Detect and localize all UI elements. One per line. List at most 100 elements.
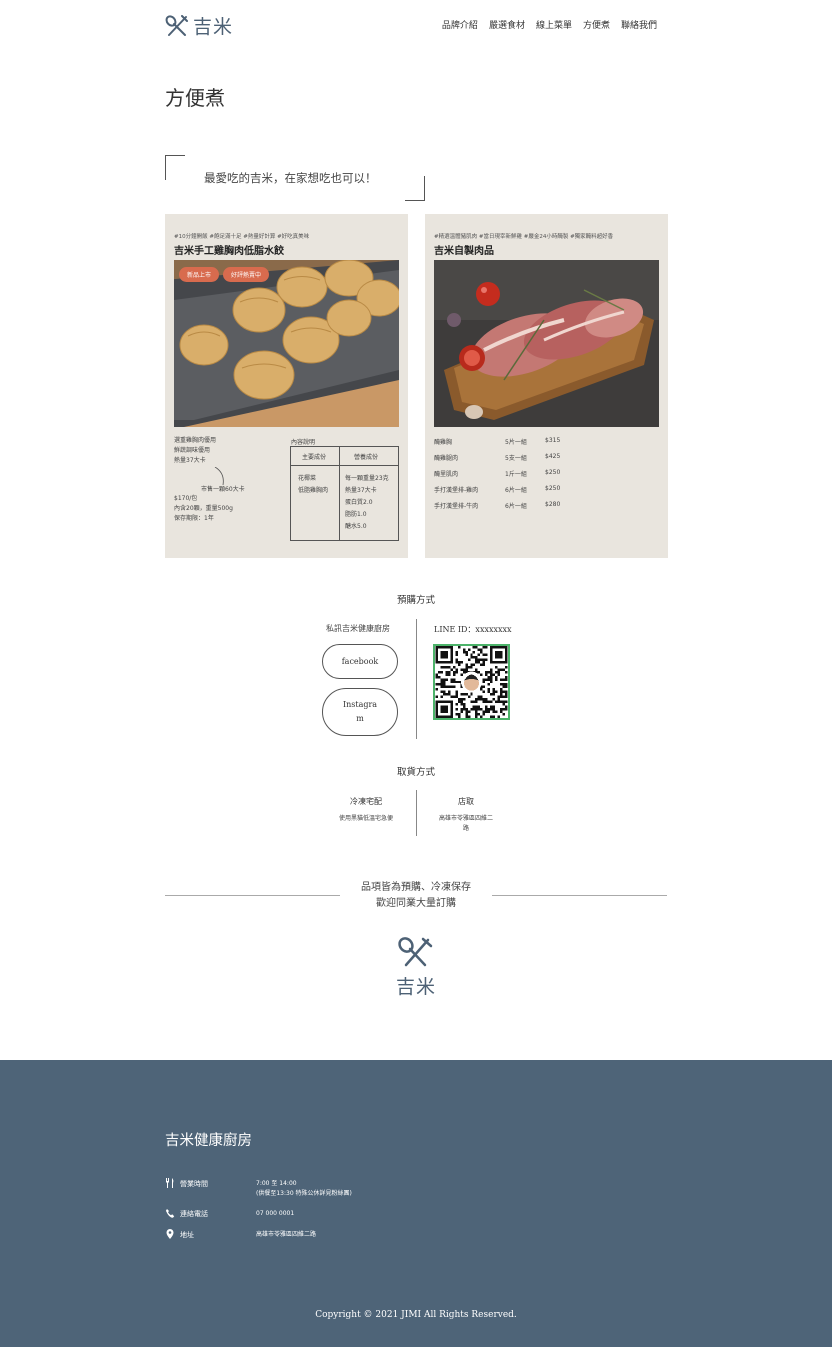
hot-badge: 好評熱賣中 [223, 267, 270, 282]
quote-block: 最愛吃的吉米，在家想吃也可以！ [165, 155, 425, 201]
store-title: 店取 [458, 797, 474, 806]
address-value: 高雄市苓雅區四維二路 [256, 1231, 317, 1238]
spec-line: 鮮蔬調味優用 [174, 447, 211, 454]
item-name: 醃雞腿肉 [434, 455, 459, 462]
notice-line-right [492, 895, 667, 896]
bracket-top-left [165, 155, 185, 180]
item-price: $425 [545, 453, 561, 460]
phone-label: 連絡電話 [180, 1210, 208, 1218]
pickup-store: 店取 高雄市苓雅區四維二 路 [428, 796, 504, 834]
nutrition-value: 熱量37大卡 [345, 487, 377, 494]
main-nav: 品牌介紹 嚴選食材 線上菜單 方便煮 聯絡我們 [442, 18, 657, 31]
item-qty: 5支一組 [505, 455, 527, 462]
phone-value[interactable]: 07 000 0001 [256, 1209, 294, 1219]
site-header: 吉米 品牌介紹 嚴選食材 線上菜單 方便煮 聯絡我們 [0, 0, 832, 52]
instagram-label: Instagra m [342, 700, 378, 723]
nav-brand[interactable]: 品牌介紹 [442, 18, 478, 31]
store-desc: 高雄市苓雅區四維二 路 [438, 815, 493, 832]
page-title: 方便煮 [165, 86, 225, 110]
badge-group: 新品上市 好評熱賣中 [179, 267, 270, 282]
nutrition-value: 蛋白質2.0 [345, 499, 373, 506]
order-divider [416, 619, 417, 739]
order-title: 預購方式 [396, 595, 435, 606]
fork-spoon-icon [398, 937, 433, 967]
utensils-icon [166, 1178, 174, 1188]
nutrition-header-main: 主要成份 [302, 454, 327, 461]
item-price: $250 [545, 469, 561, 476]
nutrition-main-item: 花椰菜 [298, 475, 317, 482]
product-tags: #精選溫體豬肌肉 #當日現宰新鮮雞 #嚴金24小時醃製 #獨家醃料超好香 [434, 234, 614, 240]
content-line: 內含20顆，重量500g [174, 505, 233, 512]
price-row: 手打漢堡排-雞肉 6片一組 $250 [434, 485, 634, 501]
price-row: 手打漢堡排-牛肉 6片一組 $280 [434, 501, 634, 517]
item-name: 手打漢堡排-牛肉 [434, 503, 479, 510]
bracket-bottom-right [405, 176, 425, 201]
line-qr-code[interactable] [433, 644, 510, 720]
site-logo[interactable]: 吉米 [165, 12, 233, 39]
footer-title: 吉米健康廚房 [165, 1133, 252, 1149]
new-badge: 新品上市 [179, 267, 220, 282]
nutrition-main-item: 低脂雞胸肉 [298, 487, 329, 494]
item-price: $280 [545, 501, 561, 508]
item-name: 手打漢堡排-雞肉 [434, 487, 479, 494]
product-title: 吉米自製肉品 [434, 246, 494, 257]
nutrition-label: 內容說明 [291, 439, 316, 446]
product-card-dumpling: #10分鐘開飯 #飽足滿十足 #熱量好計算 #好吃真美味 吉米手工雞胸肉低脂水餃… [165, 214, 408, 558]
item-qty: 6片一組 [505, 503, 527, 510]
item-price: $315 [545, 437, 561, 444]
center-logo: 吉米 [395, 937, 437, 999]
quote-text: 最愛吃的吉米，在家想吃也可以！ [204, 171, 377, 185]
nav-contact[interactable]: 聯絡我們 [621, 18, 657, 31]
map-pin-icon [166, 1229, 174, 1239]
product-tags: #10分鐘開飯 #飽足滿十足 #熱量好計算 #好吃真美味 [174, 234, 310, 240]
facebook-button[interactable]: facebook [322, 644, 398, 679]
nav-convenience[interactable]: 方便煮 [583, 18, 610, 31]
hours-label: 營業時間 [180, 1180, 208, 1188]
center-logo-text: 吉米 [395, 976, 436, 998]
price-row: 醃雞胸 5片一組 $315 [434, 437, 634, 453]
line-id: LINE ID：xxxxxxxx [434, 625, 512, 634]
item-name: 醃里肌肉 [434, 471, 459, 478]
nutrition-value: 醣水5.0 [345, 523, 367, 530]
address-label: 地址 [180, 1231, 194, 1239]
nav-ingredients[interactable]: 嚴選食材 [489, 18, 525, 31]
nutrition-divider [339, 447, 340, 540]
hours-value: 7:00 至 14:00 (供餐至13:30 特殊公休詳見粉絲團) [256, 1180, 352, 1197]
meat-photo [434, 260, 659, 427]
phone-icon [165, 1209, 175, 1218]
item-qty: 1斤一組 [505, 471, 527, 478]
delivery-desc: 使用黑貓低溫宅急便 [338, 815, 393, 822]
dumpling-photo [174, 260, 399, 427]
spec-extra: $170/包 內含20顆，重量500g 保存期限：1年 [174, 494, 233, 524]
notice-text: 品項皆為預購、冷凍保存 歡迎同業大量訂購 [340, 880, 492, 912]
item-name: 醃雞胸 [434, 439, 453, 446]
nutrition-header-values: 營養成份 [354, 454, 379, 461]
instagram-button[interactable]: Instagra m [322, 688, 398, 736]
product-card-meat: #精選溫體豬肌肉 #當日現宰新鮮雞 #嚴金24小時醃製 #獨家醃料超好香 吉米自… [425, 214, 668, 558]
shelf-life-line: 保存期限：1年 [174, 515, 214, 522]
nutrition-table: 主要成份 營養成份 花椰菜 低脂雞胸肉 每一顆重量23克 熱量37大卡 蛋白質2… [290, 446, 399, 541]
item-price: $250 [545, 485, 561, 492]
delivery-title: 冷凍宅配 [350, 797, 382, 806]
item-qty: 5片一組 [505, 439, 527, 446]
nutrition-main-col: 花椰菜 低脂雞胸肉 [298, 473, 336, 497]
spec-line: 選重雞胸肉優用 [174, 437, 217, 444]
spec-note: 市售一顆60大卡 [201, 486, 245, 493]
price-row: 醃雞腿肉 5支一組 $425 [434, 453, 634, 469]
price-row: 醃里肌肉 1斤一組 $250 [434, 469, 634, 485]
pickup-delivery: 冷凍宅配 使用黑貓低溫宅急便 [326, 796, 406, 824]
price-table: 醃雞胸 5片一組 $315 醃雞腿肉 5支一組 $425 醃里肌肉 1斤一組 $… [434, 437, 634, 517]
logo-text: 吉米 [193, 16, 234, 38]
spec-list: 選重雞胸肉優用 鮮蔬調味優用 熱量37大卡 [174, 436, 216, 466]
notice-line: 歡迎同業大量訂購 [376, 898, 456, 909]
item-qty: 6片一組 [505, 487, 527, 494]
copyright: Copyright © 2021 JIMI All Rights Reserve… [315, 1310, 517, 1320]
spec-line: 熱量37大卡 [174, 457, 206, 464]
pickup-title: 取貨方式 [396, 767, 435, 778]
nutrition-values-col: 每一顆重量23克 熱量37大卡 蛋白質2.0 脂肪1.0 醣水5.0 [345, 473, 397, 533]
price-line: $170/包 [174, 495, 198, 502]
order-dm-label: 私訊吉米健康廚房 [326, 624, 390, 633]
notice-line-left [165, 895, 340, 896]
nav-menu[interactable]: 線上菜單 [536, 18, 572, 31]
nutrition-value: 脂肪1.0 [345, 511, 367, 518]
